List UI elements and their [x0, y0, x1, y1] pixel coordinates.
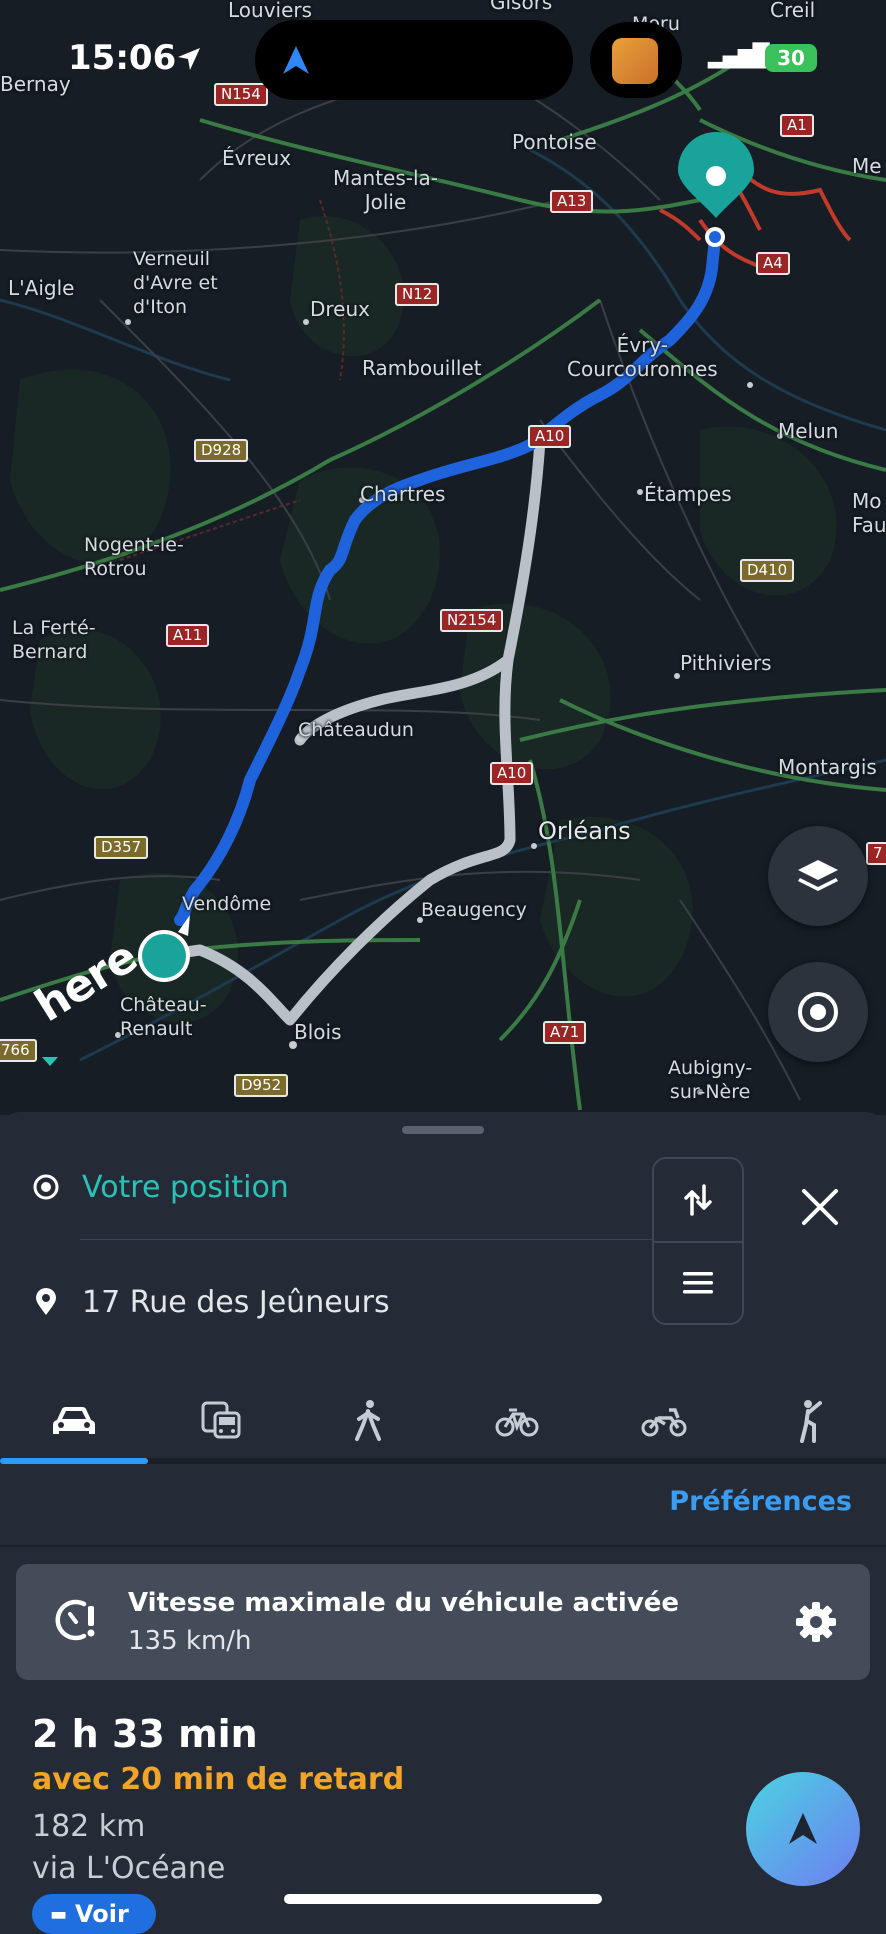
- tab-wheelchair[interactable]: [738, 1384, 886, 1458]
- place-label: Évreux: [222, 146, 292, 170]
- destination-label: 17 Rue des Jeûneurs: [82, 1284, 390, 1320]
- road-shield: A11: [166, 624, 210, 647]
- swap-arrows-icon: [684, 1184, 712, 1216]
- alert-title: Vitesse maximale du véhicule activée: [128, 1588, 680, 1618]
- road-shield: D357: [94, 836, 149, 859]
- start-navigation-button[interactable]: [746, 1772, 860, 1886]
- map-layers-button[interactable]: [768, 826, 868, 926]
- navigation-arrow-icon: [789, 1813, 817, 1844]
- road-shield: D928: [194, 439, 249, 462]
- sheet-handle[interactable]: [402, 1126, 484, 1134]
- route-via: via L'Océane: [32, 1851, 226, 1886]
- tab-bike[interactable]: [443, 1384, 591, 1458]
- road-shield: 7: [866, 842, 886, 865]
- bus-train-icon: [201, 1401, 241, 1439]
- location-pin-icon: [36, 1288, 56, 1315]
- place-label: Melun: [778, 419, 839, 443]
- place-label: Châteaudun: [298, 719, 414, 741]
- place-label: Aubigny- sur-Nère: [668, 1057, 753, 1103]
- place-label: Dreux: [310, 297, 370, 321]
- origin-row[interactable]: Votre position: [32, 1162, 289, 1212]
- gear-icon[interactable]: [794, 1600, 838, 1644]
- app-thumbnail: [612, 38, 658, 84]
- menu-icon: [683, 1272, 713, 1294]
- cellular-signal-icon: ▂▄▆█: [708, 44, 770, 69]
- layers-icon: [798, 860, 838, 891]
- road-shield: D952: [234, 1074, 289, 1097]
- alert-subtitle: 135 km/h: [128, 1626, 252, 1656]
- place-label: Chartres: [360, 482, 446, 506]
- road-shield: A10: [490, 762, 534, 785]
- dynamic-island[interactable]: [255, 20, 573, 100]
- destination-row[interactable]: 17 Rue des Jeûneurs: [32, 1277, 390, 1327]
- divider: [80, 1239, 652, 1240]
- road-shield: A71: [543, 1021, 587, 1044]
- speed-limit-alert[interactable]: Vitesse maximale du véhicule activée 135…: [16, 1564, 870, 1680]
- road-shield: A10: [528, 425, 572, 448]
- walking-icon: [354, 1400, 381, 1441]
- location-arrow-icon: [178, 48, 200, 70]
- view-details-button[interactable]: ▬ Voir: [32, 1894, 156, 1934]
- road-shield: D410: [740, 559, 795, 582]
- road-shield: A13: [550, 190, 594, 213]
- car-icon: [52, 1407, 95, 1434]
- route-delay: avec 20 min de retard: [32, 1762, 405, 1797]
- place-label: L'Aigle: [8, 276, 75, 300]
- preferences-link[interactable]: Préférences: [669, 1486, 852, 1517]
- live-activity[interactable]: [590, 22, 682, 98]
- reorder-button[interactable]: [654, 1243, 742, 1323]
- tab-public-transport[interactable]: [148, 1384, 296, 1458]
- battery-indicator: 30: [765, 44, 817, 72]
- road-shield: 766: [0, 1039, 37, 1062]
- place-label: Mo Fau: [852, 489, 886, 537]
- tab-walk[interactable]: [295, 1384, 443, 1458]
- tab-scooter[interactable]: [590, 1384, 738, 1458]
- speed-warning-icon: [55, 1599, 95, 1641]
- origin-target-icon: [33, 1174, 59, 1200]
- place-label: Rambouillet: [362, 356, 482, 380]
- route-distance: 182 km: [32, 1809, 146, 1844]
- place-label: Nogent-le- Rotrou: [84, 534, 184, 580]
- place-label: Beaugency: [421, 899, 527, 921]
- route-duration: 2 h 33 min: [32, 1712, 258, 1756]
- motorbike-icon: [641, 1408, 687, 1437]
- place-label: Blois: [294, 1020, 342, 1044]
- car-icon: ▬: [50, 1903, 68, 1925]
- tab-car[interactable]: [0, 1384, 148, 1458]
- close-button[interactable]: [790, 1177, 850, 1237]
- place-label: Pithiviers: [680, 651, 772, 675]
- place-label: Me: [852, 154, 882, 178]
- status-bar: 15:06 ▂▄▆█ 30: [0, 0, 886, 120]
- swap-button[interactable]: [654, 1159, 742, 1241]
- place-label: Vendôme: [182, 893, 272, 915]
- status-time: 15:06: [68, 38, 177, 78]
- road-shield: N2154: [440, 609, 504, 632]
- place-label: Mantes-la- Jolie: [333, 166, 438, 214]
- place-label: Évry- Courcouronnes: [567, 333, 718, 381]
- road-shield: N12: [395, 283, 440, 306]
- route-options-box: [652, 1157, 744, 1325]
- accessibility-icon: [799, 1400, 822, 1443]
- bicycle-icon: [495, 1408, 539, 1437]
- recenter-button[interactable]: [768, 962, 868, 1062]
- place-label: Pontoise: [512, 130, 597, 154]
- place-label: Étampes: [644, 482, 732, 506]
- close-icon: [802, 1189, 838, 1225]
- road-shield: A4: [756, 252, 790, 275]
- route-panel: Votre position 17 Rue des Jeûneurs Préfé…: [0, 1112, 886, 1934]
- view-details-label: Voir: [75, 1900, 129, 1928]
- place-label: La Ferté- Bernard: [12, 617, 96, 663]
- divider: [0, 1545, 886, 1547]
- place-label: Montargis: [778, 755, 877, 779]
- map-view[interactable]: Louviers Gisors Moru Creil Bernay Pontoi…: [0, 0, 886, 1115]
- origin-label: Votre position: [82, 1169, 289, 1205]
- home-indicator[interactable]: [284, 1894, 602, 1904]
- place-label: Château- Renault: [120, 994, 207, 1040]
- transport-mode-tabs: [0, 1384, 886, 1458]
- locate-icon: [798, 992, 838, 1032]
- place-label: Verneuil d'Avre et d'Iton: [133, 248, 218, 318]
- active-tab-indicator: [0, 1458, 148, 1464]
- place-label: Orléans: [538, 817, 631, 845]
- navigation-arrow-icon: [283, 46, 309, 74]
